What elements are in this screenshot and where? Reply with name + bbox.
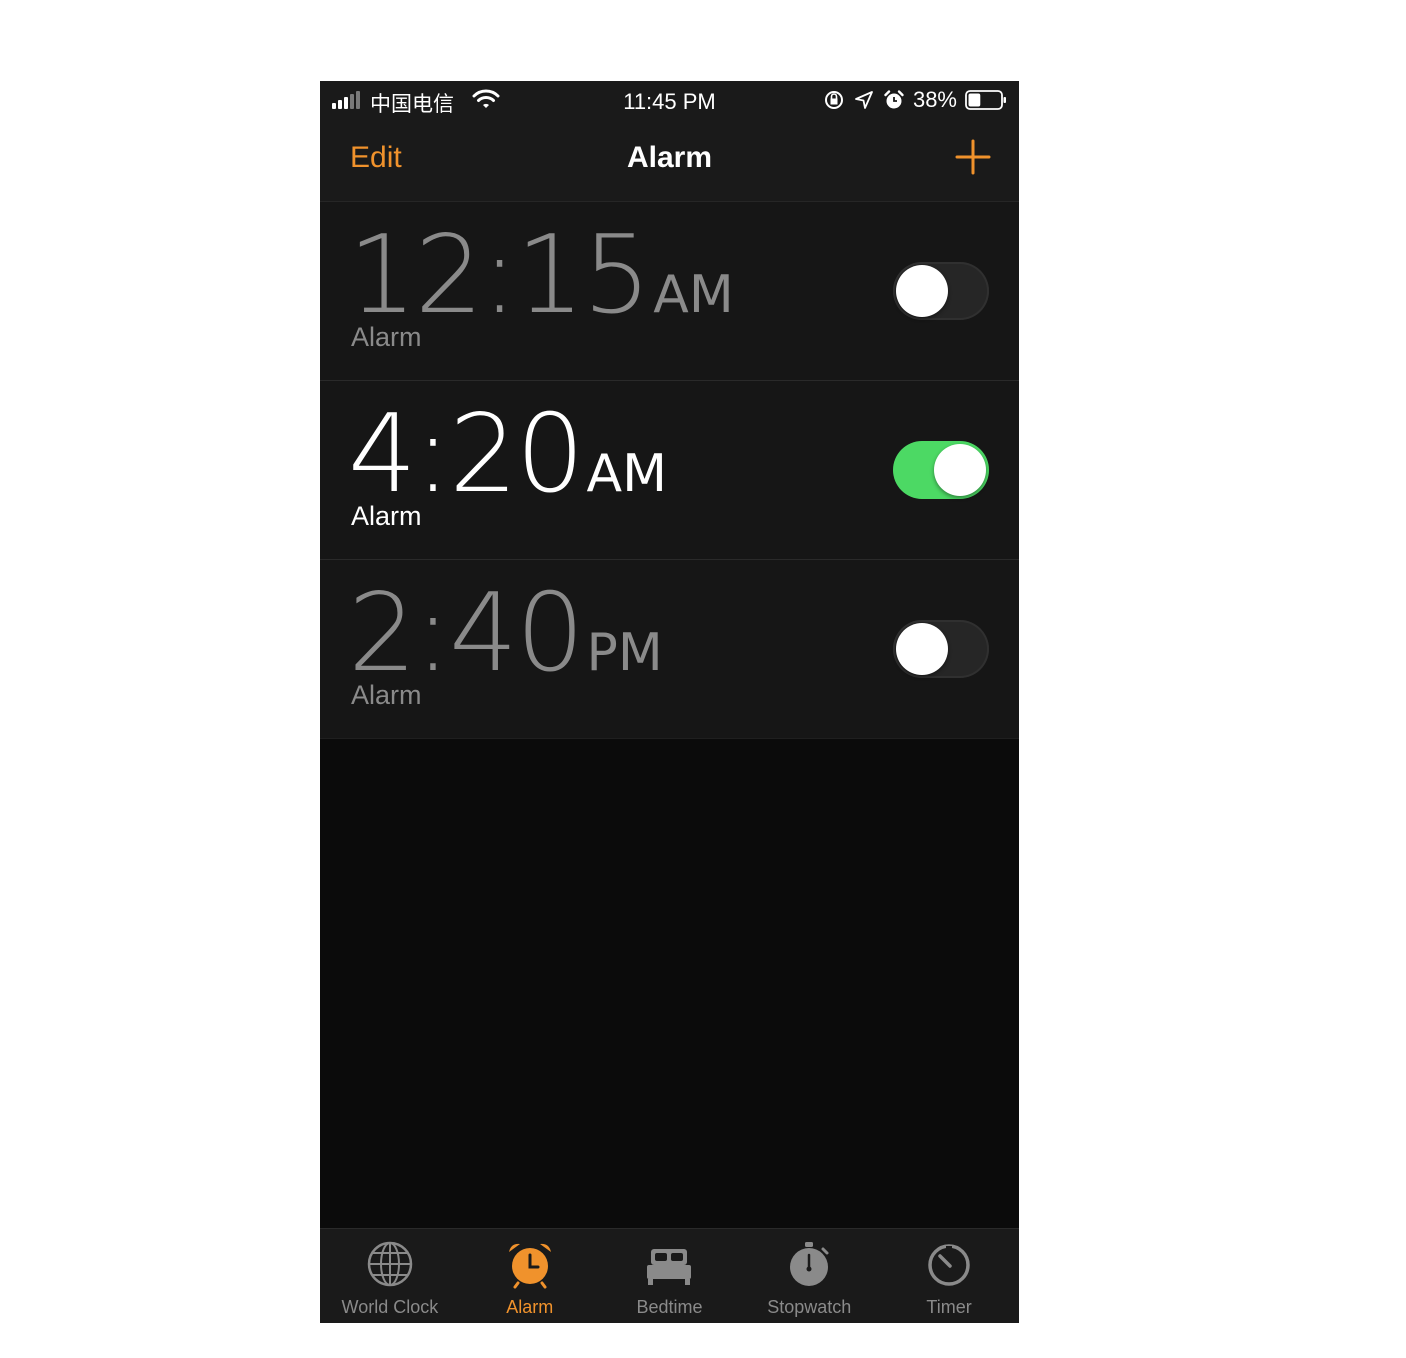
plus-icon bbox=[955, 139, 991, 175]
tab-label: World Clock bbox=[341, 1297, 439, 1317]
phone-screen: 中国电信 11:45 PM 38% Edit Alarm 12:15 AM Al… bbox=[320, 81, 1019, 1323]
alarm-time-digits: 4:20 bbox=[348, 392, 585, 517]
status-bar: 中国电信 11:45 PM 38% bbox=[320, 81, 1019, 121]
alarm-row[interactable]: 12:15 AM Alarm bbox=[320, 202, 1019, 381]
alarm-time-period: AM bbox=[586, 444, 667, 504]
alarm-time-period: PM bbox=[586, 623, 663, 683]
add-alarm-button[interactable] bbox=[955, 139, 991, 175]
alarm-toggle[interactable] bbox=[893, 441, 989, 499]
alarm-list: 12:15 AM Alarm 4:20 AM Alarm 2:40 PM Alarm bbox=[320, 202, 1019, 739]
alarm-time: 12:15 AM bbox=[348, 222, 734, 330]
alarm-clock-icon bbox=[884, 90, 904, 109]
tab-timer[interactable]: Timer bbox=[879, 1229, 1019, 1323]
page-title: Alarm bbox=[626, 141, 713, 174]
status-right-icons: 38% bbox=[823, 87, 1007, 113]
alarm-time-period: AM bbox=[653, 265, 734, 325]
alarm-toggle[interactable] bbox=[893, 620, 989, 678]
tab-label: Stopwatch bbox=[767, 1297, 852, 1317]
tab-label: Timer bbox=[926, 1297, 972, 1317]
alarm-row[interactable]: 4:20 AM Alarm bbox=[320, 381, 1019, 560]
navigation-bar: Edit Alarm bbox=[320, 121, 1019, 202]
toggle-knob bbox=[896, 623, 948, 675]
tab-world-clock[interactable]: World Clock bbox=[320, 1229, 460, 1323]
timer-icon bbox=[928, 1244, 970, 1286]
alarm-time: 2:40 PM bbox=[348, 580, 663, 688]
alarm-label: Alarm bbox=[351, 501, 422, 531]
toggle-knob bbox=[896, 265, 948, 317]
tab-bedtime[interactable]: Bedtime bbox=[600, 1229, 740, 1323]
stopwatch-icon bbox=[790, 1242, 829, 1286]
alarm-clock-icon bbox=[508, 1243, 551, 1289]
alarm-label: Alarm bbox=[351, 322, 422, 352]
bed-icon bbox=[647, 1249, 692, 1285]
toggle-knob bbox=[934, 444, 986, 496]
rotation-lock-icon bbox=[824, 91, 843, 109]
tab-label: Bedtime bbox=[636, 1297, 703, 1317]
battery-icon bbox=[965, 90, 1006, 110]
battery-percentage: 38% bbox=[912, 87, 957, 112]
location-icon bbox=[855, 91, 873, 109]
alarm-time-digits: 12:15 bbox=[348, 213, 651, 338]
tab-stopwatch[interactable]: Stopwatch bbox=[739, 1229, 879, 1323]
tab-alarm[interactable]: Alarm bbox=[460, 1229, 600, 1323]
tab-label: Alarm bbox=[506, 1297, 554, 1317]
tab-bar: World Clock Alarm Bedtime Stopwatch Timer bbox=[320, 1228, 1019, 1323]
alarm-label: Alarm bbox=[351, 680, 422, 710]
alarm-row[interactable]: 2:40 PM Alarm bbox=[320, 560, 1019, 739]
alarm-toggle[interactable] bbox=[893, 262, 989, 320]
globe-icon bbox=[367, 1241, 413, 1287]
alarm-time: 4:20 AM bbox=[348, 401, 667, 509]
alarm-time-digits: 2:40 bbox=[348, 571, 585, 696]
